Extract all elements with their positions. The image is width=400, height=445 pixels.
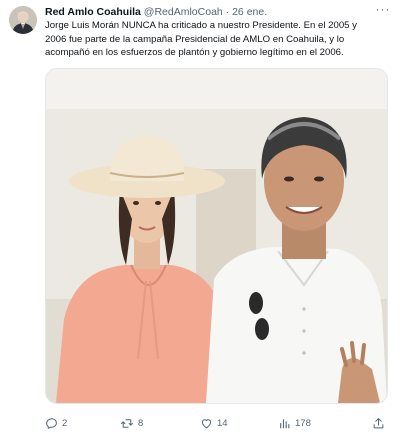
avatar[interactable] bbox=[9, 6, 37, 34]
tweet[interactable]: Red Amlo Coahuila @RedAmloCoah · 26 ene.… bbox=[0, 0, 400, 445]
reply-count: 2 bbox=[62, 417, 68, 429]
views-icon bbox=[280, 418, 290, 428]
reply-icon bbox=[46, 417, 57, 429]
tweet-text: Jorge Luis Morán NUNCA ha criticado a nu… bbox=[45, 19, 393, 60]
share-icon bbox=[373, 417, 384, 428]
more-icon[interactable]: ··· bbox=[374, 2, 392, 18]
views-button[interactable]: 178 bbox=[278, 412, 311, 434]
heart-icon bbox=[201, 418, 212, 428]
like-count: 14 bbox=[217, 417, 228, 429]
retweet-count: 8 bbox=[138, 417, 144, 429]
tweet-text-line: Jorge Luis Morán NUNCA ha criticado a nu… bbox=[45, 20, 357, 31]
views-count: 178 bbox=[295, 417, 311, 429]
reply-button[interactable]: 2 bbox=[45, 412, 67, 434]
share-button[interactable] bbox=[372, 412, 385, 434]
retweet-button[interactable]: 8 bbox=[120, 412, 143, 434]
action-bar: 2 8 14 178 bbox=[45, 412, 393, 434]
tweet-text-line: acompañó en los esfuerzos de plantón y g… bbox=[45, 47, 344, 59]
tweet-header: Red Amlo Coahuila @RedAmloCoah · 26 ene. bbox=[45, 5, 392, 19]
author-name[interactable]: Red Amlo Coahuila bbox=[45, 6, 141, 18]
avatar-image bbox=[9, 6, 37, 34]
author-handle[interactable]: @RedAmloCoah bbox=[144, 6, 223, 18]
meta-separator: · bbox=[225, 6, 230, 18]
tweet-date[interactable]: 26 ene. bbox=[232, 6, 267, 18]
photo-image bbox=[46, 69, 387, 403]
tweet-photo[interactable] bbox=[45, 68, 388, 404]
tweet-text-line: 2006 fue parte de la campaña Presidencia… bbox=[45, 33, 345, 45]
retweet-icon bbox=[121, 418, 133, 428]
like-button[interactable]: 14 bbox=[200, 412, 228, 434]
